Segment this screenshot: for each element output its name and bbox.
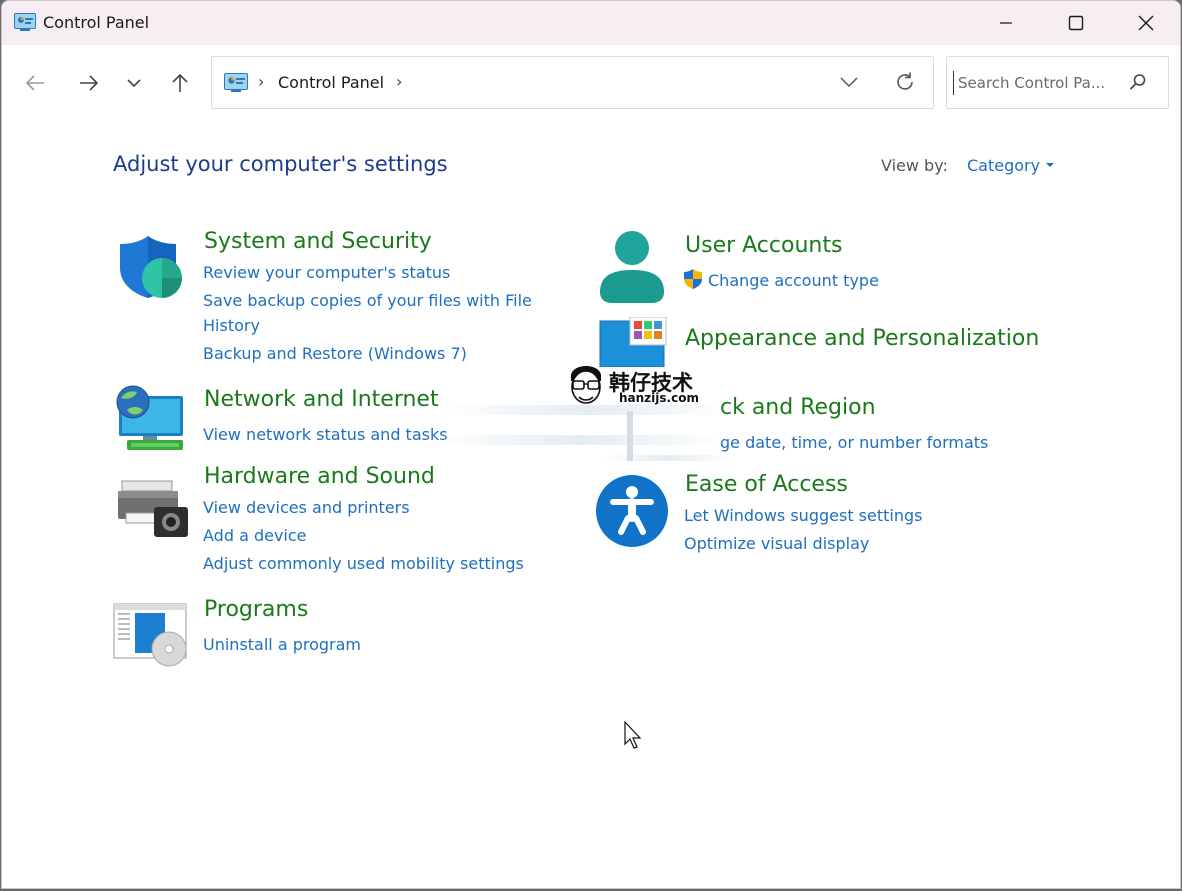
caret-down-icon[interactable]	[1046, 163, 1054, 167]
link-review-status[interactable]: Review your computer's status	[203, 263, 450, 282]
close-button[interactable]	[1111, 1, 1180, 45]
uac-shield-icon	[684, 269, 702, 289]
programs-icon[interactable]	[113, 603, 189, 669]
link-change-date-formats[interactable]: ge date, time, or number formats	[720, 433, 988, 452]
shield-icon[interactable]	[116, 234, 186, 300]
link-network-status[interactable]: View network status and tasks	[203, 425, 448, 444]
watermark: 韩仔技术 hanzijs.com	[567, 361, 717, 466]
link-file-history[interactable]: Save backup copies of your files with Fi…	[203, 291, 532, 310]
category-title-system-security[interactable]: System and Security	[204, 229, 432, 254]
breadcrumb-control-panel[interactable]: Control Panel	[278, 73, 384, 92]
network-icon[interactable]	[113, 384, 187, 454]
address-dropdown-button[interactable]	[840, 73, 858, 92]
breadcrumb-separator[interactable]: ›	[258, 72, 264, 91]
category-title-hardware-sound[interactable]: Hardware and Sound	[204, 464, 435, 489]
close-icon	[1138, 15, 1154, 31]
recent-locations-button[interactable]	[114, 63, 154, 103]
back-button[interactable]	[15, 63, 55, 103]
category-title-clock-region[interactable]: ck and Region	[720, 395, 876, 420]
user-icon[interactable]	[598, 230, 666, 304]
appearance-icon[interactable]	[598, 317, 668, 367]
category-title-appearance[interactable]: Appearance and Personalization	[685, 326, 1039, 351]
forward-arrow-icon	[80, 75, 99, 91]
maximize-button[interactable]	[1041, 1, 1111, 45]
search-input[interactable]	[953, 71, 1123, 95]
avatar-icon	[571, 366, 601, 404]
search-icon[interactable]	[1129, 73, 1147, 95]
breadcrumb-separator[interactable]: ›	[396, 72, 402, 91]
category-title-network-internet[interactable]: Network and Internet	[204, 387, 439, 412]
window-title: Control Panel	[43, 13, 150, 32]
refresh-icon	[897, 72, 913, 90]
link-devices-printers[interactable]: View devices and printers	[203, 498, 410, 517]
page-title: Adjust your computer's settings	[113, 152, 448, 176]
minimize-icon	[1000, 22, 1012, 24]
link-uninstall-program[interactable]: Uninstall a program	[203, 635, 361, 654]
printer-icon[interactable]	[116, 479, 190, 541]
control-panel-icon	[224, 73, 248, 92]
mouse-cursor-icon	[624, 721, 642, 749]
up-button[interactable]	[160, 63, 200, 103]
link-backup-restore[interactable]: Backup and Restore (Windows 7)	[203, 344, 467, 363]
category-title-ease-of-access[interactable]: Ease of Access	[685, 472, 848, 497]
search-box[interactable]	[946, 56, 1169, 109]
control-panel-icon	[14, 13, 36, 31]
back-arrow-icon	[25, 75, 44, 91]
link-optimize-display[interactable]: Optimize visual display	[684, 534, 869, 553]
link-file-history-cont[interactable]: History	[203, 316, 260, 335]
minimize-button[interactable]	[971, 1, 1041, 45]
view-by-label: View by:	[881, 156, 948, 175]
chevron-down-icon	[127, 79, 141, 88]
up-arrow-icon	[172, 73, 188, 92]
refresh-button[interactable]	[894, 71, 916, 97]
address-bar[interactable]: › Control Panel ›	[211, 56, 934, 109]
category-title-user-accounts[interactable]: User Accounts	[685, 233, 842, 258]
link-windows-suggest[interactable]: Let Windows suggest settings	[684, 506, 922, 525]
view-by-dropdown[interactable]: Category	[967, 156, 1040, 175]
category-title-programs[interactable]: Programs	[204, 597, 308, 622]
chevron-down-icon	[840, 77, 858, 88]
title-bar: Control Panel	[2, 1, 1180, 45]
watermark-streak	[627, 411, 633, 461]
control-panel-window: Control Panel › Control Panel › Search C…	[1, 0, 1181, 889]
link-add-device[interactable]: Add a device	[203, 526, 307, 545]
accessibility-icon[interactable]	[595, 474, 669, 548]
forward-button[interactable]	[69, 63, 109, 103]
link-change-account-type[interactable]: Change account type	[708, 271, 879, 290]
maximize-icon	[1068, 15, 1084, 31]
link-mobility-settings[interactable]: Adjust commonly used mobility settings	[203, 554, 524, 573]
watermark-url-text: hanzijs.com	[619, 391, 699, 405]
